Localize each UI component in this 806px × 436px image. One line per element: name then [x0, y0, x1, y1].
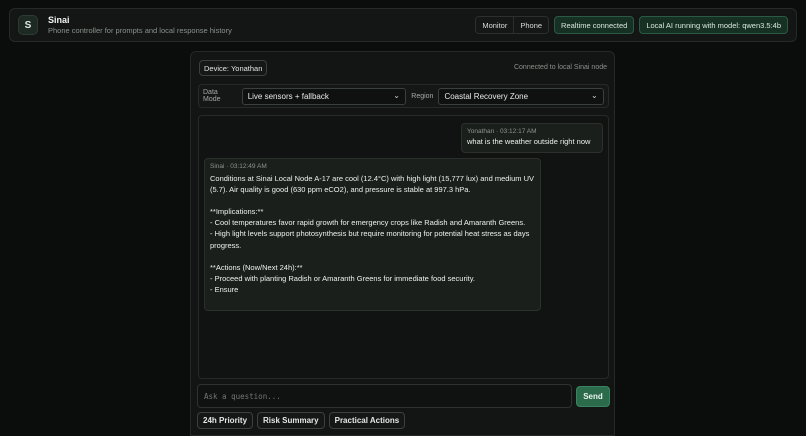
question-input[interactable] — [197, 384, 572, 408]
user-message: Yonathan · 03:12:17 AM what is the weath… — [461, 123, 603, 153]
ai-status-badge: Local AI running with model: qwen3.5:4b — [639, 16, 788, 34]
ai-message-meta: Sinai · 03:12:49 AM — [210, 163, 267, 170]
region-value: Coastal Recovery Zone — [444, 91, 529, 101]
app-title: Sinai — [48, 14, 70, 25]
composer: Send — [197, 384, 610, 408]
header-status-area: Monitor Phone Realtime connected Local A… — [475, 16, 788, 34]
app-logo: S — [18, 15, 38, 35]
ai-message-text: Conditions at Sinai Local Node A-17 are … — [210, 174, 535, 294]
region-label: Region — [411, 92, 434, 100]
brand: Sinai Phone controller for prompts and l… — [48, 15, 232, 36]
quick-action-24h-priority[interactable]: 24h Priority — [197, 412, 254, 429]
ai-message: Sinai · 03:12:49 AM Conditions at Sinai … — [204, 158, 541, 311]
data-mode-label: Data Mode — [203, 89, 221, 103]
chat-history[interactable]: Yonathan · 03:12:17 AM what is the weath… — [198, 115, 609, 379]
region-select[interactable]: Coastal Recovery Zone ⌄ — [438, 87, 604, 105]
quick-action-risk-summary[interactable]: Risk Summary — [257, 412, 325, 429]
phone-panel: Device: Yonathan Connected to local Sina… — [190, 51, 615, 436]
quick-actions: 24h Priority Risk Summary Practical Acti… — [197, 412, 406, 429]
app-subtitle: Phone controller for prompts and local r… — [48, 25, 232, 35]
view-toggle: Monitor Phone — [475, 16, 550, 34]
tab-monitor[interactable]: Monitor — [476, 17, 514, 33]
realtime-status-badge: Realtime connected — [554, 16, 635, 34]
connection-status: Connected to local Sinai node — [513, 64, 607, 71]
quick-action-practical-actions[interactable]: Practical Actions — [328, 412, 406, 429]
chevron-down-icon: ⌄ — [393, 90, 400, 100]
send-button[interactable]: Send — [576, 386, 610, 407]
device-chip[interactable]: Device: Yonathan — [199, 60, 268, 76]
app-header: S Sinai Phone controller for prompts and… — [9, 8, 797, 42]
controls-bar: Data Mode Live sensors + fallback ⌄ Regi… — [198, 84, 609, 108]
user-message-meta: Yonathan · 03:12:17 AM — [467, 128, 537, 135]
tab-phone[interactable]: Phone — [513, 17, 549, 33]
data-mode-select[interactable]: Live sensors + fallback ⌄ — [241, 87, 407, 105]
data-mode-value: Live sensors + fallback — [247, 91, 329, 101]
user-message-text: what is the weather outside right now — [467, 137, 591, 146]
chevron-down-icon: ⌄ — [591, 90, 598, 100]
